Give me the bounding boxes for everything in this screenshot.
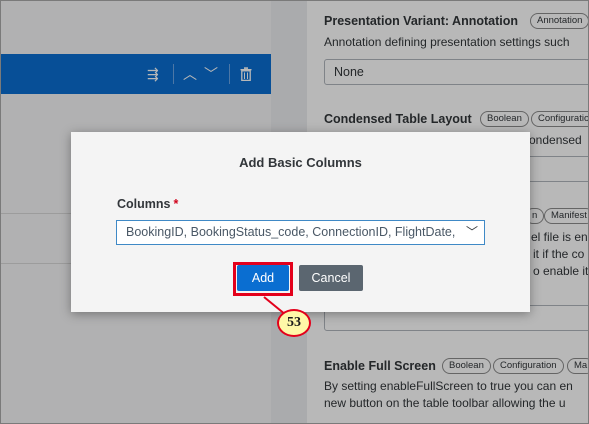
required-marker: * bbox=[173, 197, 179, 211]
add-button-highlight bbox=[233, 262, 293, 296]
chevron-down-icon[interactable]: ﹀ bbox=[466, 221, 478, 244]
columns-multiselect[interactable]: BookingID, BookingStatus_code, Connectio… bbox=[116, 220, 485, 245]
step-number-badge: 53 bbox=[277, 309, 311, 337]
columns-value: BookingID, BookingStatus_code, Connectio… bbox=[126, 225, 456, 239]
app-window: ⇶ ︿ ﹀ Presentation Variant: Annotation A… bbox=[0, 0, 589, 424]
dialog-title: Add Basic Columns bbox=[239, 155, 362, 170]
columns-label: Columns * bbox=[117, 197, 178, 211]
add-basic-columns-dialog: Add Basic Columns Columns * BookingID, Bo… bbox=[71, 132, 530, 312]
cancel-button[interactable]: Cancel bbox=[299, 265, 363, 291]
columns-label-text: Columns bbox=[117, 197, 171, 211]
